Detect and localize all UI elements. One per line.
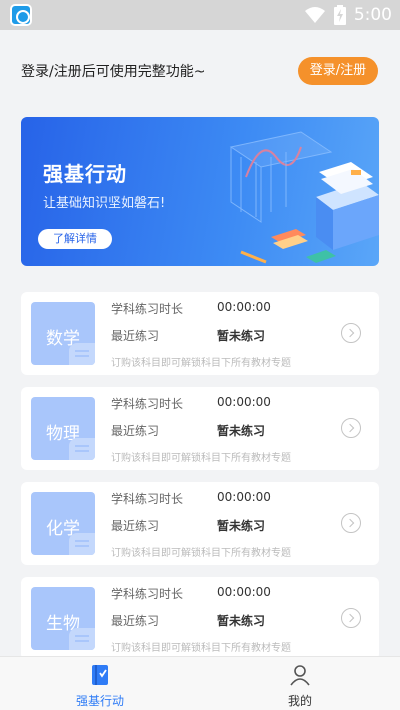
document-icon (69, 343, 95, 365)
recent-label: 最近练习 (111, 424, 160, 438)
recent-label: 最近练习 (111, 519, 160, 533)
duration-value: 00:00:00 (217, 395, 271, 409)
document-icon (69, 533, 95, 555)
document-icon (69, 628, 95, 650)
duration-value: 00:00:00 (217, 490, 271, 504)
recent-label: 最近练习 (111, 329, 160, 343)
course-card-physics[interactable]: 物理 学科练习时长 00:00:00 最近练习 暂未练习 订购该科目即可解锁科目… (21, 387, 379, 470)
promo-banner[interactable]: 强基行动 让基础知识坚如磐石! 了解详情 (21, 117, 379, 266)
app-icon (10, 4, 32, 26)
tab-mine[interactable]: 我的 (200, 657, 400, 710)
login-bar: 登录/注册后可使用完整功能~ 登录/注册 (0, 30, 400, 108)
bottom-tab-bar: 强基行动 我的 (0, 656, 400, 710)
unlock-hint: 订购该科目即可解锁科目下所有教材专题 (111, 453, 291, 464)
battery-charging-icon (333, 5, 346, 25)
unlock-hint: 订购该科目即可解锁科目下所有教材专题 (111, 643, 291, 654)
learn-more-button[interactable]: 了解详情 (38, 229, 112, 249)
course-card-math[interactable]: 数学 学科练习时长 00:00:00 最近练习 暂未练习 订购该科目即可解锁科目… (21, 292, 379, 375)
course-card-chemistry[interactable]: 化学 学科练习时长 00:00:00 最近练习 暂未练习 订购该科目即可解锁科目… (21, 482, 379, 565)
duration-label: 学科练习时长 (111, 492, 184, 506)
status-icons: 5:00 (304, 4, 392, 26)
book-icon (92, 665, 108, 685)
status-bar: 5:00 (0, 0, 400, 30)
recent-value: 暂未练习 (217, 329, 266, 343)
duration-label: 学科练习时长 (111, 587, 184, 601)
chevron-right-icon[interactable] (341, 418, 361, 438)
status-time: 5:00 (353, 5, 392, 25)
duration-label: 学科练习时长 (111, 302, 184, 316)
recent-value: 暂未练习 (217, 614, 266, 628)
wifi-icon (304, 7, 325, 23)
course-card-biology[interactable]: 生物 学科练习时长 00:00:00 最近练习 暂未练习 订购该科目即可解锁科目… (21, 577, 379, 660)
chevron-right-icon[interactable] (341, 513, 361, 533)
unlock-hint: 订购该科目即可解锁科目下所有教材专题 (111, 548, 291, 559)
recent-label: 最近练习 (111, 614, 160, 628)
login-register-button[interactable]: 登录/注册 (298, 57, 378, 85)
duration-value: 00:00:00 (217, 585, 271, 599)
document-icon (69, 438, 95, 460)
recent-value: 暂未练习 (217, 424, 266, 438)
banner-illustration (229, 131, 379, 264)
subject-tile: 化学 (31, 492, 95, 555)
tab-label: 我的 (287, 694, 312, 708)
banner-subtitle: 让基础知识坚如磐石! (43, 196, 166, 211)
subject-tile: 数学 (31, 302, 95, 365)
chevron-right-icon[interactable] (341, 608, 361, 628)
unlock-hint: 订购该科目即可解锁科目下所有教材专题 (111, 358, 291, 369)
subject-tile: 物理 (31, 397, 95, 460)
banner-title: 强基行动 (43, 162, 127, 186)
tab-label: 强基行动 (75, 694, 124, 708)
login-prompt: 登录/注册后可使用完整功能~ (21, 64, 206, 80)
person-icon (290, 665, 310, 686)
duration-value: 00:00:00 (217, 300, 271, 314)
subject-tile: 生物 (31, 587, 95, 650)
recent-value: 暂未练习 (217, 519, 266, 533)
chevron-right-icon[interactable] (341, 323, 361, 343)
duration-label: 学科练习时长 (111, 397, 184, 411)
tab-qiangji[interactable]: 强基行动 (0, 657, 200, 710)
